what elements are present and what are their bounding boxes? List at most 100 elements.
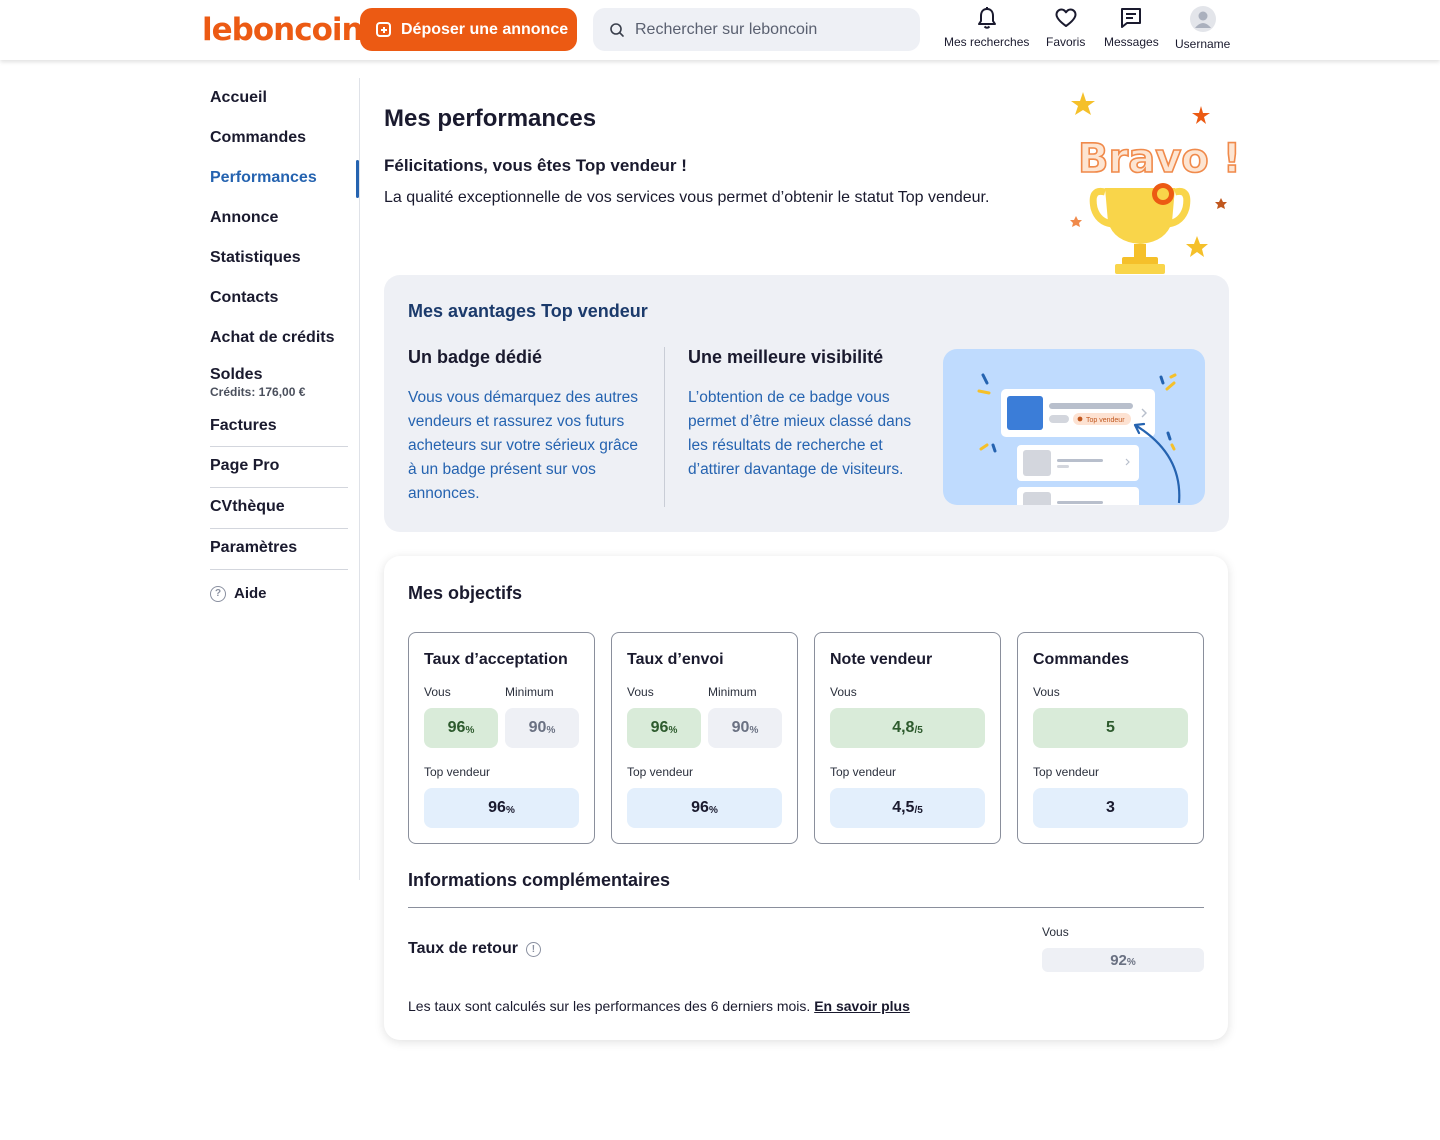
metric-value-vous: 5 bbox=[1033, 708, 1188, 748]
nav-account[interactable]: Username bbox=[1175, 6, 1230, 51]
metric-value-top: 96% bbox=[627, 788, 782, 828]
return-rate-label: Taux de retour ! bbox=[408, 940, 541, 958]
bravo-trophy-illustration: Bravo ! bbox=[1070, 92, 1240, 274]
advantage-visibility-text: L’obtention de ce badge vous permet d’êt… bbox=[688, 389, 912, 478]
metric-label-vous: Vous bbox=[830, 685, 857, 699]
nav-label: Messages bbox=[1104, 35, 1159, 49]
message-icon bbox=[1121, 8, 1142, 28]
additional-info-divider bbox=[408, 907, 1204, 908]
sidebar-item-achat-credits[interactable]: Achat de crédits bbox=[210, 329, 334, 347]
advantages-divider bbox=[664, 347, 665, 507]
bell-icon bbox=[977, 7, 996, 29]
metric-value-minimum: 90% bbox=[708, 708, 782, 748]
top-header: leboncoin Déposer une annonce Mes recher… bbox=[0, 0, 1440, 60]
metric-card-shipping: Taux d’envoi Vous Minimum 96% 90% Top ve… bbox=[611, 632, 798, 844]
advantage-badge-text: Vous vous démarquez des autres vendeurs … bbox=[408, 389, 639, 502]
value-number: 4,8 bbox=[892, 719, 915, 736]
metric-title: Taux d’acceptation bbox=[424, 651, 568, 668]
advantage-badge-title: Un badge dédié bbox=[408, 347, 543, 367]
value-unit: % bbox=[708, 804, 718, 816]
metric-value-top: 3 bbox=[1033, 788, 1188, 828]
value-unit: % bbox=[546, 724, 556, 736]
search-icon bbox=[610, 22, 624, 37]
sidebar-item-performances[interactable]: Performances bbox=[210, 169, 317, 187]
sidebar-item-soldes[interactable]: Soldes bbox=[210, 366, 262, 384]
sidebar-item-commandes[interactable]: Commandes bbox=[210, 129, 306, 147]
sidebar-credits-balance: Crédits: 176,00 € bbox=[210, 385, 306, 399]
deposit-ad-button[interactable]: Déposer une annonce bbox=[360, 8, 577, 51]
metric-label-minimum: Minimum bbox=[708, 685, 757, 699]
objectives-card: Mes objectifs Taux d’acceptation Vous Mi… bbox=[384, 556, 1228, 1040]
return-rate-value: 92% bbox=[1042, 948, 1204, 972]
return-rate-text: Taux de retour bbox=[408, 940, 518, 957]
metric-label-top: Top vendeur bbox=[830, 765, 897, 779]
value-number: 96 bbox=[488, 799, 506, 816]
value-unit: /5 bbox=[914, 804, 923, 816]
metric-value-top: 96% bbox=[424, 788, 579, 828]
sidebar-item-annonce[interactable]: Annonce bbox=[210, 209, 278, 227]
value-unit: % bbox=[505, 804, 515, 816]
advantage-visibility: Une meilleure visibilité L’obtention de … bbox=[688, 347, 928, 482]
help-link[interactable]: ? Aide bbox=[210, 585, 267, 602]
value-unit: % bbox=[749, 724, 759, 736]
value-unit: % bbox=[668, 724, 678, 736]
sidebar-item-page-pro[interactable]: Page Pro bbox=[210, 457, 279, 475]
metric-value-top: 4,5/5 bbox=[830, 788, 985, 828]
metric-value-vous: 96% bbox=[424, 708, 498, 748]
sidebar-active-indicator bbox=[356, 160, 359, 198]
info-icon[interactable]: ! bbox=[525, 941, 541, 957]
metric-value-minimum: 90% bbox=[505, 708, 579, 748]
nav-saved-searches[interactable]: Mes recherches bbox=[944, 6, 1029, 49]
nav-label: Favoris bbox=[1046, 35, 1086, 49]
sidebar-separator bbox=[210, 569, 348, 570]
metric-card-orders: Commandes Vous 5 Top vendeur 3 bbox=[1017, 632, 1204, 844]
value-number: 4,5 bbox=[892, 799, 915, 816]
bravo-text: Bravo ! bbox=[1078, 136, 1240, 182]
question-icon: ? bbox=[210, 585, 226, 602]
sidebar-item-statistiques[interactable]: Statistiques bbox=[210, 249, 301, 267]
sidebar-item-cvtheque[interactable]: CVthèque bbox=[210, 498, 285, 516]
metric-title: Note vendeur bbox=[830, 651, 933, 668]
value-unit: /5 bbox=[914, 724, 923, 736]
nav-label: Mes recherches bbox=[944, 35, 1030, 49]
advantages-card: Mes avantages Top vendeur Un badge dédié… bbox=[384, 275, 1229, 532]
nav-label: Username bbox=[1175, 37, 1231, 51]
search-input[interactable] bbox=[635, 20, 905, 39]
metric-card-seller-rating: Note vendeur Vous 4,8/5 Top vendeur 4,5/… bbox=[814, 632, 1001, 844]
value-number: 96 bbox=[691, 799, 709, 816]
metric-label-top: Top vendeur bbox=[1033, 765, 1100, 779]
additional-info-title: Informations complémentaires bbox=[408, 870, 671, 890]
help-label: Aide bbox=[234, 585, 267, 602]
nav-messages[interactable]: Messages bbox=[1104, 6, 1159, 49]
metric-title: Commandes bbox=[1033, 651, 1130, 668]
metric-label-top: Top vendeur bbox=[627, 765, 694, 779]
sidebar-item-contacts[interactable]: Contacts bbox=[210, 289, 278, 307]
sidebar-item-parametres[interactable]: Paramètres bbox=[210, 539, 297, 557]
metric-label-top: Top vendeur bbox=[424, 765, 491, 779]
sidebar-separator bbox=[210, 487, 348, 488]
metric-label-vous: Vous bbox=[1033, 685, 1060, 699]
footnote-text: Les taux sont calculés sur les performan… bbox=[408, 998, 811, 1014]
value-number: 90 bbox=[528, 719, 547, 736]
metric-label-vous: Vous bbox=[627, 685, 654, 699]
sidebar-item-factures[interactable]: Factures bbox=[210, 417, 277, 435]
page-title: Mes performances bbox=[384, 105, 597, 132]
advantage-visibility-title: Une meilleure visibilité bbox=[688, 347, 884, 367]
sidebar-divider bbox=[359, 78, 360, 880]
value-number: 90 bbox=[731, 719, 750, 736]
metric-card-acceptance: Taux d’acceptation Vous Minimum 96% 90% … bbox=[408, 632, 595, 844]
sidebar-separator bbox=[210, 446, 348, 447]
search-bar[interactable] bbox=[593, 8, 920, 51]
nav-favorites[interactable]: Favoris bbox=[1046, 6, 1085, 49]
heart-icon bbox=[1055, 8, 1077, 27]
learn-more-link[interactable]: En savoir plus bbox=[814, 998, 910, 1014]
congrats-description: La qualité exceptionnelle de vos service… bbox=[384, 189, 990, 206]
leboncoin-logo[interactable]: leboncoin bbox=[202, 12, 364, 48]
plus-square-icon bbox=[376, 22, 391, 37]
sidebar-item-accueil[interactable]: Accueil bbox=[210, 89, 267, 107]
value-number: 96 bbox=[650, 719, 669, 736]
value-number: 5 bbox=[1106, 719, 1115, 736]
value-unit: % bbox=[1126, 956, 1136, 968]
advantage-badge: Un badge dédié Vous vous démarquez des a… bbox=[408, 347, 648, 506]
metric-title: Taux d’envoi bbox=[627, 651, 724, 668]
